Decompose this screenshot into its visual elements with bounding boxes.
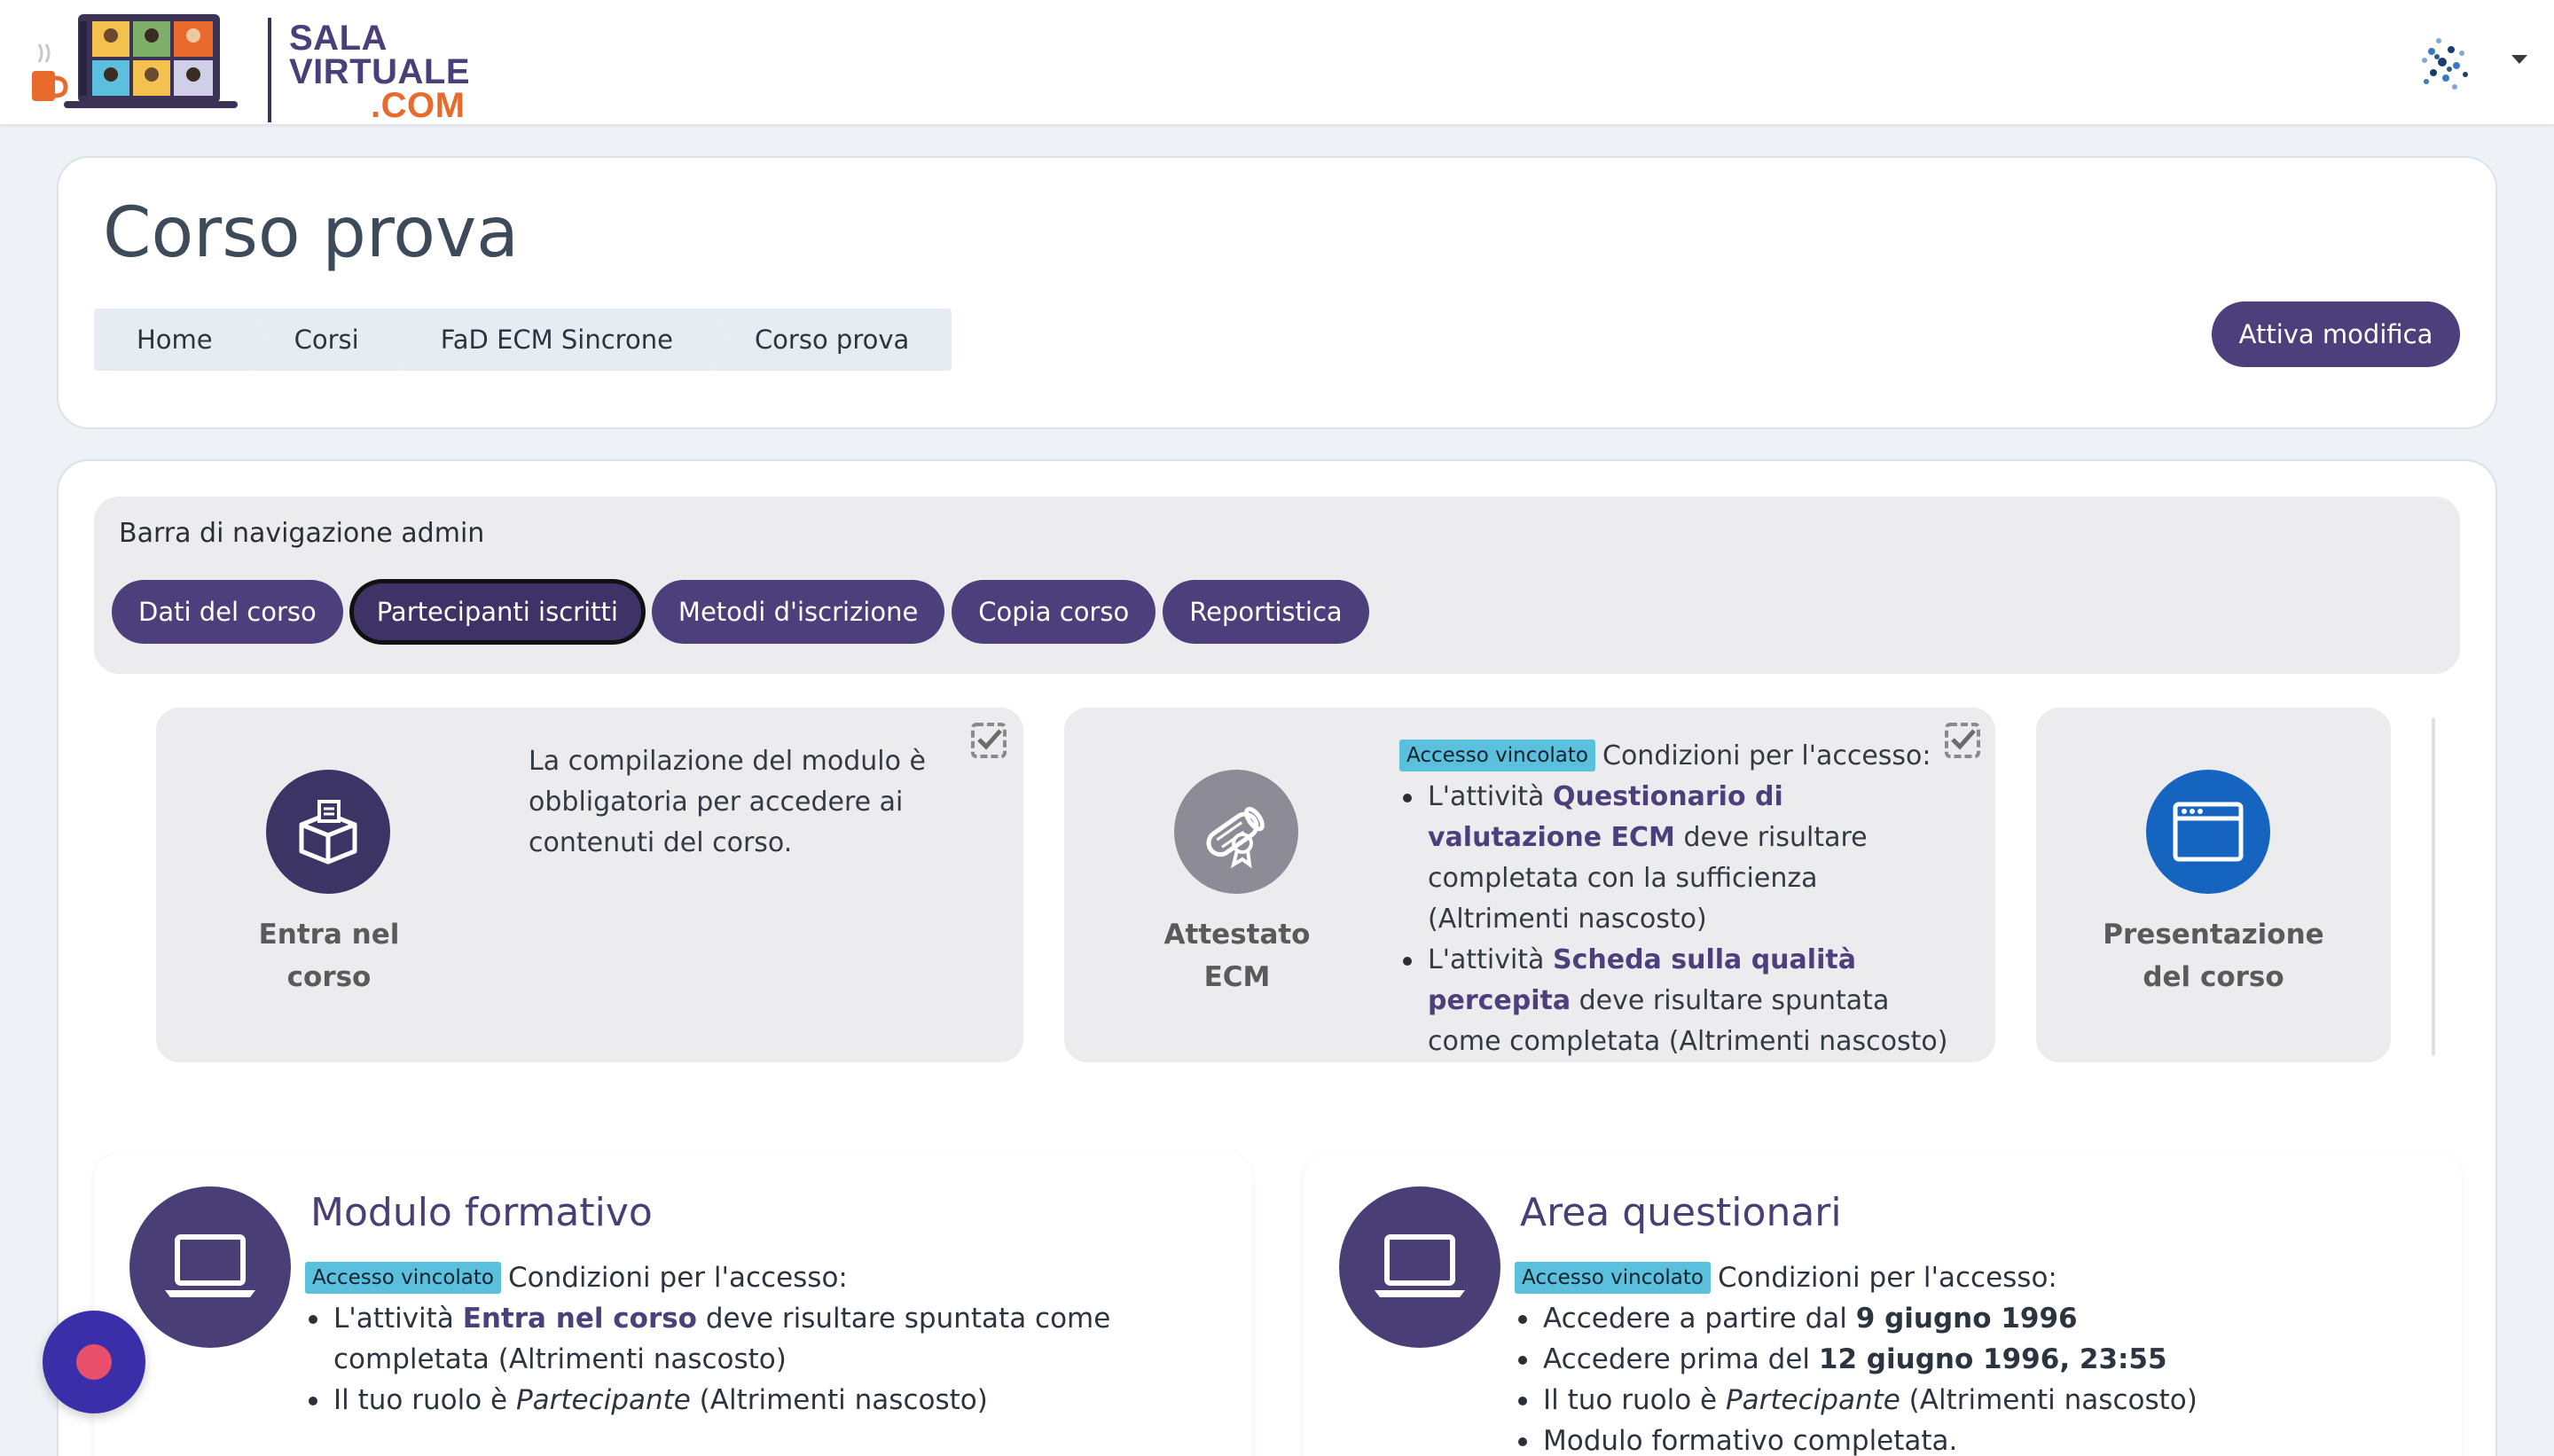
- condition-text: (Altrimenti nascosto): [1900, 1384, 2198, 1416]
- access-restrictions: Accesso vincolato Condizioni per l'access…: [1399, 736, 1949, 1062]
- tile-label-line-2: ECM: [1203, 961, 1271, 993]
- condition-item: Il tuo ruolo è Partecipante (Altrimenti …: [305, 1380, 1218, 1421]
- tile-label-line-2: corso: [286, 961, 372, 993]
- access-restrictions: Accesso vincolato Condizioni per l'access…: [1515, 1257, 2428, 1456]
- condition-text: L'attività: [1428, 781, 1553, 812]
- carousel-edge: [2432, 718, 2435, 1055]
- condition-item: Modulo formativo completata.: [1515, 1421, 2428, 1456]
- conditions-list: L'attività Questionario di valutazione E…: [1399, 777, 1949, 1062]
- site-logo[interactable]: SALA VIRTUALE .COM: [28, 9, 470, 123]
- condition-item: Accedere prima del 12 giugno 1996, 23:55: [1515, 1339, 2428, 1380]
- breadcrumb-current[interactable]: Corso prova: [711, 309, 952, 371]
- condition-item: L'attività Entra nel corso deve risultar…: [305, 1298, 1218, 1380]
- restricted-badge: Accesso vincolato: [1515, 1262, 1711, 1294]
- role-name: Partecipante: [1725, 1384, 1900, 1416]
- condition-item: Accedere a partire dal 9 giugno 1996: [1515, 1298, 2428, 1339]
- tile-label-line-1: Presentazione: [2103, 919, 2324, 951]
- conditions-title: Condizioni per l'accesso:: [508, 1262, 848, 1294]
- section-title[interactable]: Modulo formativo: [310, 1190, 653, 1235]
- page-header: Corso prova Home Corsi FaD ECM Sincrone …: [57, 156, 2497, 429]
- date-value: 9 giugno 1996: [1855, 1303, 2078, 1335]
- logo-line-3: .COM: [371, 86, 466, 125]
- logo-illustration: [32, 14, 238, 108]
- conditions-list: L'attività Entra nel corso deve risultar…: [305, 1298, 1218, 1421]
- tile-label-line-1: Entra nel: [258, 919, 400, 951]
- course-content: Barra di navigazione admin Dati del cors…: [57, 459, 2497, 1456]
- restriction-header: Accesso vincolato Condizioni per l'access…: [1399, 736, 1949, 777]
- condition-text: L'attività: [333, 1303, 463, 1335]
- tile-attestato-ecm: Attestato ECM Accesso vincolato Condizion…: [1064, 708, 1995, 1062]
- condition-item: Il tuo ruolo è Partecipante (Altrimenti …: [1515, 1380, 2428, 1421]
- condition-text: Accedere prima del: [1543, 1343, 1819, 1375]
- section-area-questionari: Area questionari Accesso vincolato Condiz…: [1304, 1153, 2462, 1456]
- edit-mode-button[interactable]: Attiva modifica: [2212, 301, 2460, 367]
- top-navbar: SALA VIRTUALE .COM: [0, 0, 2554, 124]
- conditions-list: Accedere a partire dal 9 giugno 1996 Acc…: [1515, 1298, 2428, 1456]
- record-dot-icon: [76, 1344, 112, 1380]
- tile-label-line-1: Attestato: [1163, 919, 1311, 951]
- breadcrumb: Home Corsi FaD ECM Sincrone Corso prova: [94, 309, 952, 371]
- admin-nav-buttons: Dati del corso Partecipanti iscritti Met…: [112, 580, 1369, 644]
- condition-text: Accedere a partire dal: [1543, 1303, 1856, 1335]
- logo-text: SALA VIRTUALE .COM: [289, 20, 470, 125]
- user-avatar-icon[interactable]: [2416, 34, 2471, 92]
- condition-item: L'attività Questionario di valutazione E…: [1399, 777, 1949, 940]
- copy-course-button[interactable]: Copia corso: [952, 580, 1156, 644]
- laptop-icon[interactable]: [129, 1186, 291, 1348]
- tile-description: La compilazione del modulo è obbligatori…: [529, 746, 926, 858]
- tile-label[interactable]: Entra nel corso: [213, 913, 445, 998]
- role-name: Partecipante: [515, 1384, 691, 1416]
- date-value: 12 giugno 1996, 23:55: [1818, 1343, 2167, 1375]
- access-restrictions: Accesso vincolato Condizioni per l'access…: [305, 1257, 1218, 1421]
- box-icon[interactable]: [266, 770, 390, 894]
- section-modulo-formativo: Modulo formativo Accesso vincolato Condiz…: [94, 1153, 1252, 1456]
- enrolled-participants-button[interactable]: Partecipanti iscritti: [349, 580, 645, 644]
- admin-nav-bar: Barra di navigazione admin Dati del cors…: [94, 497, 2460, 674]
- page-title: Corso prova: [103, 193, 519, 273]
- restriction-header: Accesso vincolato Condizioni per l'access…: [305, 1257, 1218, 1298]
- tile-entra-nel-corso: Entra nel corso La compilazione del modu…: [156, 708, 1023, 1062]
- breadcrumb-home[interactable]: Home: [94, 309, 268, 371]
- completion-check-icon[interactable]: [1944, 722, 1981, 759]
- logo-divider: [268, 18, 271, 122]
- condition-text: Il tuo ruolo è: [333, 1384, 516, 1416]
- laptop-icon[interactable]: [1339, 1186, 1500, 1348]
- condition-item: L'attività Scheda sulla qualità percepit…: [1399, 940, 1949, 1062]
- conditions-title: Condizioni per l'accesso:: [1602, 740, 1931, 771]
- breadcrumb-fad-ecm-sincrone[interactable]: FaD ECM Sincrone: [397, 309, 729, 371]
- reports-button[interactable]: Reportistica: [1163, 580, 1369, 644]
- breadcrumb-corsi[interactable]: Corsi: [251, 309, 414, 371]
- section-title[interactable]: Area questionari: [1520, 1190, 1842, 1235]
- restricted-badge: Accesso vincolato: [1399, 740, 1595, 771]
- activity-link[interactable]: Entra nel corso: [463, 1303, 697, 1335]
- condition-text: L'attività: [1428, 944, 1553, 975]
- floating-record-button[interactable]: [43, 1311, 145, 1413]
- course-data-button[interactable]: Dati del corso: [112, 580, 343, 644]
- conditions-title: Condizioni per l'accesso:: [1718, 1262, 2057, 1294]
- completion-check-icon[interactable]: [970, 722, 1007, 759]
- certificate-icon[interactable]: [1174, 770, 1298, 894]
- caret-down-icon[interactable]: [2511, 55, 2527, 64]
- tile-label-line-2: del corso: [2143, 961, 2284, 993]
- enrolment-methods-button[interactable]: Metodi d'iscrizione: [651, 580, 945, 644]
- admin-nav-title: Barra di navigazione admin: [119, 518, 485, 549]
- condition-text: (Altrimenti nascosto): [690, 1384, 988, 1416]
- browser-window-icon[interactable]: [2146, 770, 2270, 894]
- condition-text: Il tuo ruolo è: [1543, 1384, 1726, 1416]
- tile-presentazione-del-corso: Presentazione del corso: [2036, 708, 2391, 1062]
- tile-label[interactable]: Attestato ECM: [1121, 913, 1353, 998]
- tile-label[interactable]: Presentazione del corso: [2080, 913, 2346, 998]
- restricted-badge: Accesso vincolato: [305, 1262, 501, 1294]
- restriction-header: Accesso vincolato Condizioni per l'access…: [1515, 1257, 2428, 1298]
